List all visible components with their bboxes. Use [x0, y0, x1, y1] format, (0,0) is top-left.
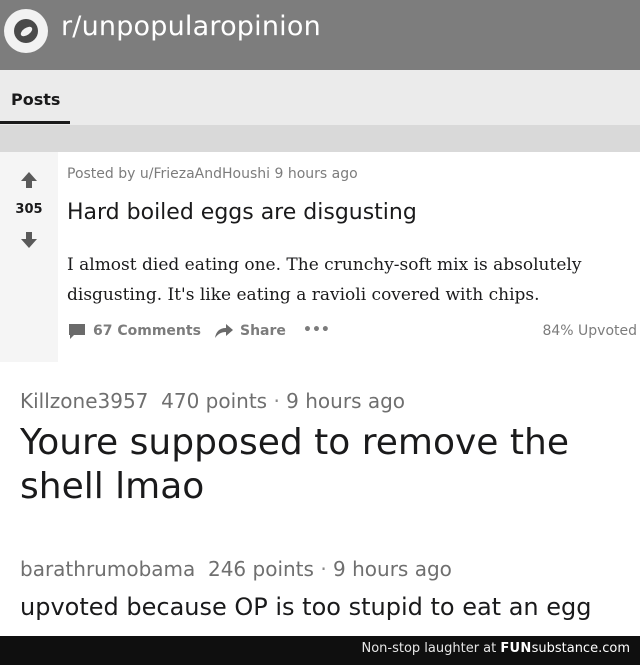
- tab-bar: Posts: [0, 70, 640, 125]
- watermark-tagline: Non-stop laughter at: [361, 641, 497, 656]
- logo-mark: [19, 24, 34, 39]
- upvote-ratio: 84% Upvoted: [542, 323, 637, 339]
- share-icon: [215, 324, 233, 338]
- comment-author[interactable]: barathrumobama: [20, 557, 195, 581]
- comment-time: 9 hours ago: [333, 557, 452, 581]
- comment-author[interactable]: Killzone3957: [20, 389, 148, 413]
- active-tab-indicator: [0, 121, 70, 124]
- feed-spacer: [0, 125, 640, 152]
- reddit-logo-icon[interactable]: [4, 9, 48, 53]
- more-options-button[interactable]: •••: [303, 322, 330, 338]
- share-button[interactable]: Share: [214, 322, 286, 340]
- watermark-bar: Non-stop laughter at FUNsubstance.com: [0, 636, 640, 665]
- subreddit-header: r/unpopularopinion: [0, 0, 640, 70]
- tab-posts[interactable]: Posts: [11, 90, 60, 109]
- meta-separator: ·: [320, 557, 327, 581]
- logo-inner: [14, 19, 38, 43]
- subreddit-name[interactable]: r/unpopularopinion: [61, 11, 321, 42]
- comment-text: Youre supposed to remove the shell lmao: [20, 422, 569, 507]
- upvote-button[interactable]: [0, 170, 58, 194]
- watermark-brand-suffix: .com: [598, 641, 630, 656]
- post-card[interactable]: 305 Posted by u/FriezaAndHoushi 9 hours …: [0, 152, 640, 362]
- post-actions: 67 Comments Share ••• 84% Upvoted: [67, 322, 637, 344]
- comment-meta: Killzone3957 470 points · 9 hours ago: [20, 389, 405, 413]
- comment-icon: [69, 324, 85, 339]
- upvote-arrow-icon: [21, 172, 37, 188]
- comment-text: upvoted because OP is too stupid to eat …: [20, 593, 592, 621]
- watermark-text: Non-stop laughter at FUNsubstance.com: [361, 641, 630, 656]
- meta-separator: ·: [273, 389, 280, 413]
- comment-meta: barathrumobama 246 points · 9 hours ago: [20, 557, 452, 581]
- comments-button[interactable]: 67 Comments: [67, 322, 201, 340]
- downvote-arrow-icon: [21, 232, 37, 248]
- post-body: I almost died eating one. The crunchy-so…: [67, 250, 627, 310]
- downvote-button[interactable]: [0, 230, 58, 254]
- post-title[interactable]: Hard boiled eggs are disgusting: [67, 200, 417, 225]
- comment-points: 246 points: [207, 557, 314, 581]
- comment-points: 470 points: [161, 389, 268, 413]
- more-options-icon: •••: [303, 322, 330, 338]
- watermark-brand-rest: substance: [531, 641, 599, 656]
- post-body-line: I almost died eating one. The crunchy-so…: [67, 255, 582, 275]
- comments-label: 67 Comments: [93, 323, 201, 339]
- post-score: 305: [15, 202, 43, 217]
- watermark-brand-bold: FUN: [500, 641, 532, 656]
- comment-time: 9 hours ago: [286, 389, 406, 413]
- share-label: Share: [240, 323, 286, 339]
- post-byline[interactable]: Posted by u/FriezaAndHoushi 9 hours ago: [67, 166, 358, 182]
- post-body-line: disgusting. It's like eating a ravioli c…: [67, 285, 540, 305]
